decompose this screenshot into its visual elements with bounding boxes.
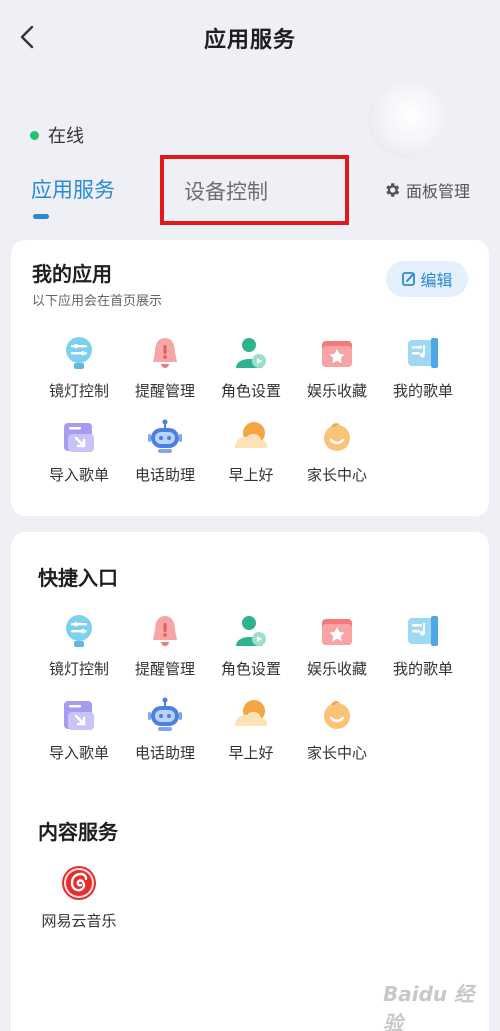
sunrise-icon xyxy=(235,422,268,448)
my-apps-card: 我的应用 以下应用会在首页展示 编辑 镜灯控制 提醒管理 角色设置 娱乐收藏 我… xyxy=(11,240,489,516)
app-item-good-morning[interactable]: 早上好 xyxy=(208,416,294,500)
quick-item-entertainment-favorites[interactable]: 娱乐收藏 xyxy=(294,610,380,694)
edit-icon xyxy=(402,272,416,286)
app-item-import-playlist[interactable]: 导入歌单 xyxy=(36,416,122,500)
app-label: 家长中心 xyxy=(306,744,367,762)
tab-device-control-label: 设备控制 xyxy=(184,180,268,204)
app-label: 我的歌单 xyxy=(392,660,453,678)
quick-entry-grid: 镜灯控制 提醒管理 角色设置 娱乐收藏 我的歌单 导入歌单 电话助理 早上好 家… xyxy=(36,610,466,778)
tab-app-services[interactable]: 应用服务 xyxy=(31,174,115,204)
app-item-parent-center[interactable]: 家长中心 xyxy=(294,416,380,500)
quick-item-role-settings[interactable]: 角色设置 xyxy=(208,610,294,694)
import-playlist-icon xyxy=(64,701,94,730)
online-status: 在线 xyxy=(30,122,84,148)
robot-icon xyxy=(148,697,182,731)
app-label: 网易云音乐 xyxy=(41,912,117,930)
playlist-icon xyxy=(408,616,438,646)
app-label: 娱乐收藏 xyxy=(306,660,367,678)
app-item-role-settings[interactable]: 角色设置 xyxy=(208,332,294,416)
bell-icon xyxy=(153,338,177,368)
app-label: 电话助理 xyxy=(134,744,195,762)
app-label: 电话助理 xyxy=(134,466,195,484)
person-icon xyxy=(236,616,266,646)
quick-item-lamp-control[interactable]: 镜灯控制 xyxy=(36,610,122,694)
quick-item-phone-assistant[interactable]: 电话助理 xyxy=(122,694,208,778)
quick-entry-card: 快捷入口 镜灯控制 提醒管理 角色设置 娱乐收藏 我的歌单 导入歌单 电话助理 … xyxy=(11,532,489,1031)
app-label: 镜灯控制 xyxy=(48,660,109,678)
app-label: 早上好 xyxy=(228,466,274,484)
import-playlist-icon xyxy=(64,423,94,452)
tab-device-control[interactable]: 设备控制 xyxy=(160,155,349,225)
playlist-icon xyxy=(408,338,438,368)
panel-management-button[interactable]: 面板管理 xyxy=(383,178,470,202)
sunrise-icon xyxy=(235,700,268,726)
quick-entry-title: 快捷入口 xyxy=(38,566,118,590)
online-dot-icon xyxy=(30,130,39,140)
app-item-my-playlist[interactable]: 我的歌单 xyxy=(380,332,466,416)
app-label: 我的歌单 xyxy=(392,382,453,400)
app-label: 镜灯控制 xyxy=(48,382,109,400)
app-label: 角色设置 xyxy=(220,660,281,678)
app-label: 家长中心 xyxy=(306,466,367,484)
my-apps-grid: 镜灯控制 提醒管理 角色设置 娱乐收藏 我的歌单 导入歌单 电话助理 早上好 家… xyxy=(36,332,466,500)
app-label: 早上好 xyxy=(228,744,274,762)
app-label: 导入歌单 xyxy=(48,466,109,484)
app-label: 提醒管理 xyxy=(134,382,195,400)
panel-management-label: 面板管理 xyxy=(406,182,471,201)
my-apps-subtitle: 以下应用会在首页展示 xyxy=(32,294,163,309)
gear-icon xyxy=(386,183,400,197)
app-label: 娱乐收藏 xyxy=(306,382,367,400)
quick-item-good-morning[interactable]: 早上好 xyxy=(208,694,294,778)
app-label: 提醒管理 xyxy=(134,660,195,678)
status-label: 在线 xyxy=(48,126,84,147)
star-folder-icon xyxy=(322,341,352,367)
app-item-entertainment-favorites[interactable]: 娱乐收藏 xyxy=(294,332,380,416)
edit-button[interactable]: 编辑 xyxy=(386,261,468,297)
header: 应用服务 xyxy=(0,0,500,76)
page-title: 应用服务 xyxy=(203,28,296,53)
quick-item-import-playlist[interactable]: 导入歌单 xyxy=(36,694,122,778)
person-icon xyxy=(236,338,266,368)
family-icon xyxy=(324,423,350,451)
app-item-phone-assistant[interactable]: 电话助理 xyxy=(122,416,208,500)
netease-music-icon xyxy=(62,866,96,900)
lamp-control-icon xyxy=(66,337,92,369)
app-item-lamp-control[interactable]: 镜灯控制 xyxy=(36,332,122,416)
content-services-title: 内容服务 xyxy=(38,820,118,844)
content-item-netease-music[interactable]: 网易云音乐 xyxy=(39,862,119,931)
quick-item-parent-center[interactable]: 家长中心 xyxy=(294,694,380,778)
baidu-watermark: Baidu 经验 xyxy=(383,982,475,1031)
lamp-control-icon xyxy=(66,615,92,647)
app-label: 角色设置 xyxy=(220,382,281,400)
bell-icon xyxy=(153,616,177,646)
quick-item-reminder[interactable]: 提醒管理 xyxy=(122,610,208,694)
family-icon xyxy=(324,701,350,729)
edit-label: 编辑 xyxy=(420,271,453,290)
device-image xyxy=(368,80,446,158)
tab-active-indicator xyxy=(33,214,49,219)
star-folder-icon xyxy=(322,619,352,645)
app-item-reminder[interactable]: 提醒管理 xyxy=(122,332,208,416)
app-label: 导入歌单 xyxy=(48,744,109,762)
robot-icon xyxy=(148,419,182,453)
my-apps-title: 我的应用 xyxy=(32,262,112,286)
quick-item-my-playlist[interactable]: 我的歌单 xyxy=(380,610,466,694)
